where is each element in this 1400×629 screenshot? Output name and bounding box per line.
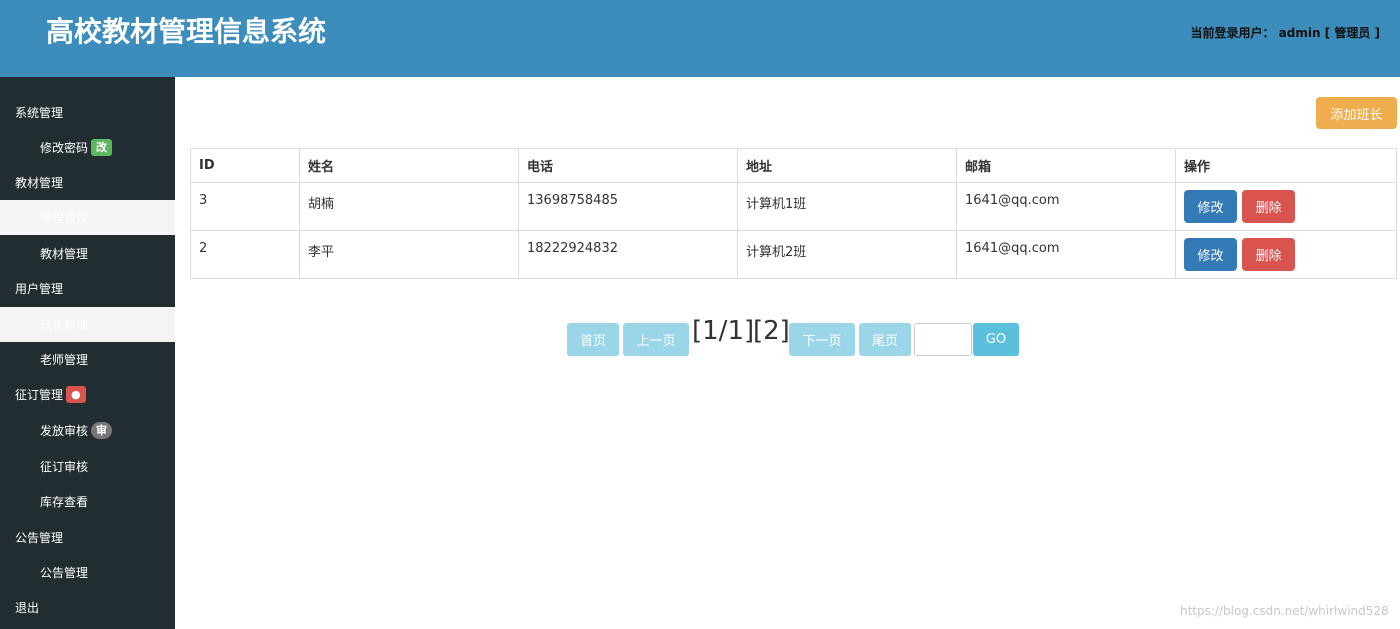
- cell-email: 1641@qq.com: [956, 230, 1176, 279]
- last-page-button[interactable]: 尾页: [859, 323, 911, 356]
- notification-badge: ●: [66, 386, 86, 403]
- sidebar-item-label: 征订管理: [15, 388, 64, 402]
- cell-email: 1641@qq.com: [956, 182, 1176, 231]
- sidebar-item-distribution-review[interactable]: 发放审核审: [0, 413, 175, 448]
- review-badge: 审: [91, 422, 113, 439]
- sidebar-item-logout[interactable]: 退出: [0, 590, 175, 625]
- table-row: 3 胡楠 13698758485 计算机1班 1641@qq.com 修改 删除: [190, 182, 1397, 231]
- cell-name: 胡楠: [299, 182, 519, 231]
- sidebar-item-label: 退出: [15, 601, 40, 615]
- sidebar-item-change-password[interactable]: 修改密码改: [0, 130, 175, 165]
- sidebar-group-textbook[interactable]: 教材管理: [0, 165, 175, 200]
- sidebar-item-label: 征订审核: [40, 460, 89, 474]
- page-status: [1/1]: [692, 316, 755, 346]
- cell-id: 2: [190, 230, 300, 279]
- sidebar-item-teacher[interactable]: 老师管理: [0, 342, 175, 377]
- column-header-actions: 操作: [1175, 148, 1397, 183]
- sidebar: 系统管理 修改密码改 教材管理 课程管理 教材管理 用户管理 班长管理 老师管理…: [0, 77, 175, 629]
- cell-phone: 13698758485: [518, 182, 738, 231]
- sidebar-item-inventory[interactable]: 库存查看: [0, 484, 175, 519]
- sidebar-item-textbook[interactable]: 教材管理: [0, 236, 175, 271]
- table-row: 2 李平 18222924832 计算机2班 1641@qq.com 修改 删除: [190, 230, 1397, 279]
- edit-button[interactable]: 修改: [1184, 238, 1237, 271]
- delete-button[interactable]: 删除: [1242, 190, 1296, 223]
- cell-address: 计算机1班: [737, 182, 957, 231]
- sidebar-item-label: 修改密码: [40, 141, 89, 155]
- sidebar-item-label: 教材管理: [15, 176, 64, 190]
- sidebar-item-monitor[interactable]: 班长管理: [0, 307, 175, 342]
- cell-actions: 修改 删除: [1175, 230, 1397, 279]
- column-header-name: 姓名: [299, 148, 519, 183]
- sidebar-group-users[interactable]: 用户管理: [0, 271, 175, 306]
- sidebar-item-label: 老师管理: [40, 353, 89, 367]
- sidebar-item-label: 公告管理: [15, 531, 64, 545]
- sidebar-item-order-review[interactable]: 征订审核: [0, 449, 175, 484]
- sidebar-item-label: 教材管理: [40, 247, 89, 261]
- sidebar-item-label: 用户管理: [15, 282, 64, 296]
- sidebar-item-label: 公告管理: [40, 566, 89, 580]
- edit-button[interactable]: 修改: [1184, 190, 1237, 223]
- page-number-input[interactable]: [914, 323, 972, 356]
- cell-name: 李平: [299, 230, 519, 279]
- watermark: https://blog.csdn.net/whirlwind528: [1180, 604, 1389, 618]
- column-header-email: 邮箱: [956, 148, 1176, 183]
- header-bar: 高校教材管理信息系统 当前登录用户： admin [ 管理员 ]: [0, 0, 1400, 77]
- sidebar-item-course[interactable]: 课程管理: [0, 200, 175, 235]
- column-header-phone: 电话: [518, 148, 738, 183]
- page-link-2[interactable]: [2]: [753, 316, 790, 346]
- add-monitor-button[interactable]: 添加班长: [1316, 97, 1397, 129]
- sidebar-item-label: 发放审核: [40, 424, 89, 438]
- prev-page-button[interactable]: 上一页: [623, 323, 689, 356]
- app-title: 高校教材管理信息系统: [46, 15, 327, 48]
- next-page-button[interactable]: 下一页: [789, 323, 855, 356]
- sidebar-item-label: 课程管理: [40, 211, 89, 225]
- delete-button[interactable]: 删除: [1242, 238, 1296, 271]
- sidebar-item-notice[interactable]: 公告管理: [0, 555, 175, 590]
- edit-badge: 改: [91, 139, 113, 156]
- cell-address: 计算机2班: [737, 230, 957, 279]
- sidebar-item-label: 班长管理: [40, 318, 89, 332]
- sidebar-item-label: 库存查看: [40, 495, 89, 509]
- go-button[interactable]: GO: [973, 323, 1019, 356]
- sidebar-group-system[interactable]: 系统管理: [0, 95, 175, 130]
- column-header-id: ID: [190, 148, 300, 183]
- monitor-table: ID 姓名 电话 地址 邮箱 操作 3 胡楠 13698758485 计算机1班…: [190, 148, 1397, 279]
- current-user-info: 当前登录用户： admin [ 管理员 ]: [1190, 26, 1380, 40]
- cell-actions: 修改 删除: [1175, 182, 1397, 231]
- column-header-address: 地址: [737, 148, 957, 183]
- table-header-row: ID 姓名 电话 地址 邮箱 操作: [190, 148, 1397, 183]
- sidebar-group-order[interactable]: 征订管理 ●: [0, 377, 175, 412]
- cell-id: 3: [190, 182, 300, 231]
- sidebar-group-notice[interactable]: 公告管理: [0, 520, 175, 555]
- sidebar-item-label: 系统管理: [15, 106, 64, 120]
- cell-phone: 18222924832: [518, 230, 738, 279]
- first-page-button[interactable]: 首页: [567, 323, 619, 356]
